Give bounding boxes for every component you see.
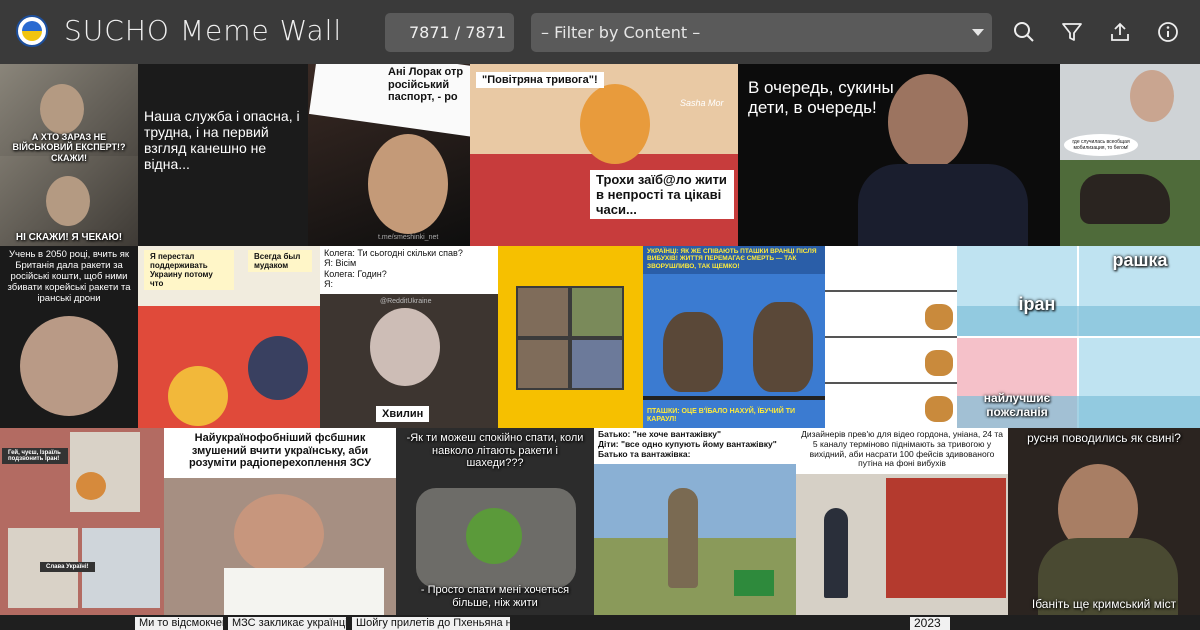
- meme-caption: 2023: [910, 617, 950, 630]
- search-icon: [1014, 22, 1034, 42]
- meme-watermark: @RedditUkraine: [380, 298, 432, 305]
- meme-caption: Ми то відсмокчемо: [135, 617, 223, 630]
- meme-caption: УКРАЇНЦІ: ЯК ЖЕ СПІВАЮТЬ ПТАШКИ ВРАНЦІ П…: [647, 248, 817, 270]
- meme-credit: t.me/smeshinki_net: [378, 234, 439, 241]
- meme-photo: [40, 84, 84, 134]
- meme-caption: русня поводились як свині?: [1027, 431, 1181, 445]
- meme-tile[interactable]: Я перестал поддерживать Украину потому ч…: [138, 246, 320, 428]
- toy-truck: [734, 570, 774, 596]
- pepe-icon: [466, 508, 522, 564]
- sucho-logo[interactable]: [16, 15, 48, 47]
- upload-icon: [1111, 22, 1129, 41]
- meme-tile[interactable]: Гей, чуєш, Ізраїль подзвонить Іран! Слав…: [0, 428, 164, 615]
- meme-tile[interactable]: УКРАЇНЦІ: ЯК ЖЕ СПІВАЮТЬ ПТАШКИ ВРАНЦІ П…: [643, 246, 825, 428]
- meme-caption: - Просто спати мені хочеться більше, ніж…: [420, 584, 570, 609]
- meme-photo: [580, 84, 650, 164]
- info-icon: [1158, 22, 1178, 42]
- meme-photo: [234, 494, 324, 574]
- meme-headline: Ані Лорак отр російський паспорт, - ро: [388, 66, 464, 104]
- meme-photo: [46, 176, 90, 226]
- filter-icon: [1062, 23, 1082, 41]
- meme-tile[interactable]: -Як ти можеш спокійно спати, коли навкол…: [396, 428, 594, 615]
- chevron-down-icon: [972, 29, 984, 36]
- meme-photo: [248, 336, 308, 400]
- meme-tile[interactable]: [825, 246, 957, 428]
- meme-photo: [1130, 70, 1174, 122]
- man-figure: [668, 488, 698, 588]
- meme-tile[interactable]: Батько: "не хоче вантажівку" Діти: "все …: [594, 428, 796, 615]
- bird-shape: [753, 302, 813, 392]
- meme-caption: Ібаніть ще кримський міст: [1031, 597, 1177, 611]
- meme-credit: Sasha Mor: [680, 98, 724, 108]
- meme-photo: [888, 74, 968, 170]
- meme-photo: [368, 134, 448, 234]
- search-button[interactable]: [1010, 18, 1038, 46]
- meme-tile[interactable]: рашка іран найлучшиє пожєланія: [957, 246, 1200, 428]
- meme-caption: где случилась всеобщая мобилизация, то б…: [1064, 134, 1138, 156]
- filter-button[interactable]: [1058, 18, 1086, 46]
- meme-caption: Найукраїнофобніший фсбшник змушений вчит…: [188, 432, 372, 470]
- meme-caption: Всегда был мудаком: [248, 250, 312, 272]
- meme-counter[interactable]: 7871 / 7871: [385, 13, 514, 52]
- meme-caption: Батько: "не хоче вантажівку" Діти: "все …: [598, 429, 777, 459]
- meme-caption: Шойгу прилетів до Пхеньяна на: [352, 617, 510, 630]
- meme-caption: Учень в 2050 році, вчить як Британія дал…: [7, 249, 131, 304]
- lion-figure: [925, 350, 953, 376]
- meme-tile[interactable]: Найукраїнофобніший фсбшник змушений вчит…: [164, 428, 396, 615]
- filter-select-value: – Filter by Content –: [541, 23, 701, 42]
- meme-caption: МЗС закликає українців: [228, 617, 346, 630]
- meme-caption: Наша служба і опасна, і трудна, і на пер…: [144, 108, 300, 173]
- meme-caption: -Як ти можеш спокійно спати, коли навкол…: [406, 432, 584, 470]
- meme-tile[interactable]: Ані Лорак отр російський паспорт, - ро Н…: [138, 64, 470, 246]
- meme-tile[interactable]: Дизайнерів прев'ю для відео гордона, уні…: [796, 428, 1008, 615]
- meme-caption: Слава Україні!: [40, 562, 95, 572]
- meme-tile[interactable]: где случилась всеобщая мобилизация, то б…: [1060, 64, 1200, 246]
- lion-figure: [925, 304, 953, 330]
- meme-tile[interactable]: Колега: Ти сьогодні скільки спав? Я: Віс…: [320, 246, 498, 428]
- meme-caption: рашка: [1112, 250, 1168, 270]
- meme-tile[interactable]: русня поводились як свині? Ібаніть ще кр…: [1008, 428, 1200, 615]
- content-filter-select[interactable]: – Filter by Content –: [531, 13, 992, 52]
- train-car: [886, 478, 1006, 598]
- meme-caption: НІ СКАЖИ! Я ЧЕКАЮ!: [15, 232, 123, 243]
- meme-caption: Дизайнерів прев'ю для відео гордона, уні…: [801, 429, 1003, 469]
- man-figure: [824, 508, 848, 598]
- meme-caption: ПТАШКИ: ОЦЕ В'ЇБАЛО НАХУЙ, ЇБУЧИЙ ТИ КАР…: [647, 408, 795, 424]
- meme-caption: Я перестал поддерживать Украину потому ч…: [144, 250, 234, 290]
- upload-button[interactable]: [1106, 18, 1134, 46]
- meme-panel: [572, 340, 622, 388]
- meme-caption: В очередь, сукины дети, в очередь!: [748, 78, 894, 117]
- bird-shape: [663, 312, 723, 392]
- meme-photo: [168, 366, 228, 426]
- meme-panel: [518, 340, 568, 388]
- meme-panel: [518, 288, 568, 336]
- info-button[interactable]: [1154, 18, 1182, 46]
- meme-photo: [20, 316, 118, 416]
- meme-photo: [76, 472, 106, 500]
- lion-figure: [925, 396, 953, 422]
- meme-caption: іран: [1018, 294, 1056, 314]
- meme-caption: Колега: Ти сьогодні скільки спав? Я: Віс…: [324, 248, 463, 290]
- app-title: SUCHO Meme Wall: [64, 14, 343, 47]
- meme-tile[interactable]: [498, 246, 643, 428]
- logo-emblem: [22, 21, 42, 41]
- meme-tile[interactable]: Учень в 2050 році, вчить як Британія дал…: [0, 246, 138, 428]
- meme-caption: найлучшиє пожєланія: [983, 391, 1051, 419]
- meme-tile[interactable]: В очередь, сукины дети, в очередь!: [738, 64, 1060, 246]
- meme-caption: Трохи заїб@ло жити в непрості та цікаві …: [590, 170, 734, 219]
- meme-caption: Гей, чуєш, Ізраїль подзвонить Іран!: [2, 448, 68, 464]
- top-bar: SUCHO Meme Wall 7871 / 7871 – Filter by …: [0, 0, 1200, 64]
- meme-photo: [370, 308, 440, 386]
- meme-caption: "Повітряна тривога"!: [476, 72, 604, 88]
- meme-tile[interactable]: "Повітряна тривога"! Трохи заїб@ло жити …: [470, 64, 738, 246]
- meme-tile[interactable]: А ХТО ЗАРАЗ НЕ ВІЙСЬКОВИЙ ЕКСПЕРТ!? СКАЖ…: [0, 64, 138, 246]
- meme-caption: Хвилин: [376, 406, 430, 422]
- meme-panel: [572, 288, 622, 336]
- meme-caption: А ХТО ЗАРАЗ НЕ ВІЙСЬКОВИЙ ЕКСПЕРТ!? СКАЖ…: [12, 132, 126, 163]
